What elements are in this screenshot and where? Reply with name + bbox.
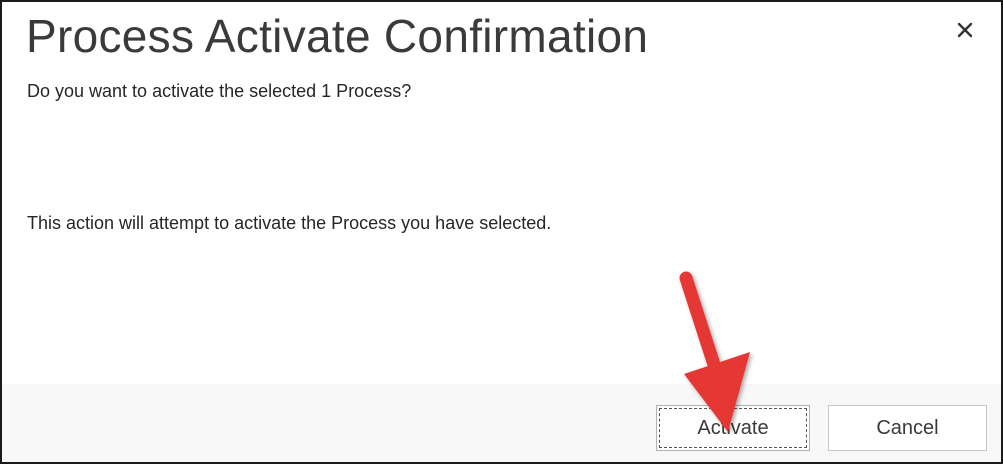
- activate-button[interactable]: Activate: [656, 405, 810, 451]
- confirmation-question: Do you want to activate the selected 1 P…: [27, 81, 412, 101]
- action-description: This action will attempt to activate the…: [27, 213, 552, 233]
- dialog-footer: Activate Cancel: [2, 384, 1001, 462]
- cancel-button-label: Cancel: [876, 416, 939, 439]
- cancel-button[interactable]: Cancel: [828, 405, 987, 451]
- close-button[interactable]: [951, 16, 979, 44]
- dialog-title: Process Activate Confirmation: [26, 10, 649, 62]
- activate-button-label: Activate: [697, 416, 769, 439]
- close-icon: [957, 22, 973, 38]
- activate-confirmation-dialog: Process Activate Confirmation Do you wan…: [0, 0, 1003, 464]
